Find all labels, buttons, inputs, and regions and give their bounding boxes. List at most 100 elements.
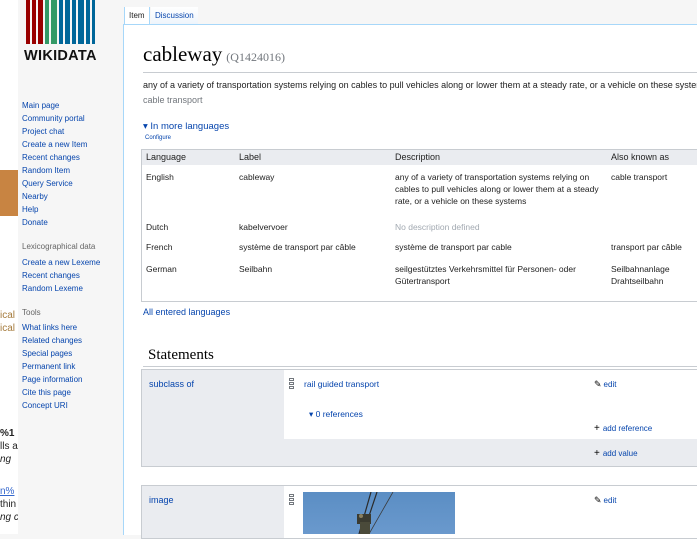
- table-cell-language: French: [146, 242, 173, 252]
- table-cell-aliases: cable transport: [611, 172, 668, 182]
- main-content: cableway (Q1424016) any of a variety of t…: [123, 24, 697, 539]
- normal-rank-icon[interactable]: [289, 378, 294, 389]
- background-page-strip: ical ical %1 lls a ng n% thin ng c: [0, 0, 18, 534]
- logo-bar: [78, 0, 84, 44]
- column-header-description: Description: [395, 152, 441, 162]
- cableway-photo: [357, 492, 394, 534]
- sidebar: WIKIDATA Main page Community portal Proj…: [18, 0, 122, 534]
- nav-random-item[interactable]: Random Item: [22, 164, 122, 177]
- plus-icon: +: [594, 448, 600, 459]
- tools-menu: Tools What links here Related changes Sp…: [22, 306, 122, 412]
- background-text-fragment: lls a: [0, 441, 18, 452]
- add-reference-label: add reference: [602, 424, 653, 433]
- nav-create-lexeme[interactable]: Create a new Lexeme: [22, 256, 122, 269]
- normal-rank-icon[interactable]: [289, 494, 294, 505]
- logo-bar: [45, 0, 49, 44]
- background-link-fragment[interactable]: n%: [0, 486, 14, 497]
- lexicographical-heading: Lexicographical data: [22, 242, 96, 251]
- page-title: cableway (Q1424016): [143, 42, 285, 67]
- column-header-language: Language: [146, 152, 187, 162]
- add-value-button[interactable]: + add value: [594, 448, 638, 459]
- tool-special-pages[interactable]: Special pages: [22, 347, 122, 360]
- pencil-icon: ✎: [594, 495, 602, 505]
- item-label: cableway: [143, 42, 223, 66]
- logo-bar: [92, 0, 95, 44]
- background-text-fragment: %1: [0, 428, 15, 439]
- lexicographical-menu: Lexicographical data Create a new Lexeme…: [22, 240, 122, 295]
- plus-icon: +: [594, 423, 600, 434]
- table-cell-description: seilgestütztes Verkehrsmittel für Person…: [395, 264, 576, 286]
- table-cell-aliases: transport par câble: [611, 242, 682, 252]
- statements-heading: Statements: [148, 347, 214, 363]
- logo-text: WIKIDATA: [24, 48, 97, 64]
- configure-link[interactable]: Configure: [145, 135, 171, 141]
- property-link[interactable]: image: [149, 495, 174, 505]
- background-text-fragment: ng c: [0, 512, 18, 523]
- background-image-fragment: [0, 170, 18, 216]
- nav-recent-changes[interactable]: Recent changes: [22, 151, 122, 164]
- table-cell-language: Dutch: [146, 222, 169, 232]
- statement-group-subclass-of: subclass of rail guided transport ✎ edit …: [141, 369, 697, 467]
- references-toggle[interactable]: ▾ 0 references: [309, 409, 363, 420]
- edit-button[interactable]: ✎ edit: [594, 495, 616, 506]
- statement-property: image: [142, 486, 284, 538]
- column-header-label: Label: [239, 152, 262, 162]
- column-header-also-known-as: Also known as: [611, 152, 670, 162]
- logo-bar: [51, 0, 57, 44]
- nav-donate[interactable]: Donate: [22, 216, 122, 229]
- tools-heading: Tools: [22, 308, 41, 317]
- edit-button[interactable]: ✎ edit: [594, 379, 616, 390]
- background-text-fragment: ical: [0, 310, 16, 321]
- nav-project-chat[interactable]: Project chat: [22, 125, 122, 138]
- tool-page-information[interactable]: Page information: [22, 373, 122, 386]
- edit-label: edit: [603, 380, 617, 389]
- nav-help[interactable]: Help: [22, 203, 122, 216]
- tab-discussion[interactable]: Discussion: [151, 7, 198, 24]
- nav-main-page[interactable]: Main page: [22, 99, 122, 112]
- statement-image-thumbnail[interactable]: [303, 492, 455, 534]
- background-text-fragment: thin: [0, 499, 17, 510]
- in-more-languages-toggle[interactable]: ▾ In more languages: [143, 121, 229, 132]
- table-cell-label[interactable]: kabelvervoer: [239, 221, 288, 233]
- table-cell-label[interactable]: Seilbahn: [239, 263, 272, 275]
- pencil-icon: ✎: [594, 379, 602, 389]
- wikidata-logo[interactable]: WIKIDATA: [24, 0, 110, 70]
- logo-bar: [38, 0, 43, 44]
- nav-community-portal[interactable]: Community portal: [22, 112, 122, 125]
- edit-label: edit: [603, 496, 617, 505]
- logo-bar: [26, 0, 30, 44]
- tool-related-changes[interactable]: Related changes: [22, 334, 122, 347]
- tool-concept-uri[interactable]: Concept URI: [22, 399, 122, 412]
- table-cell-aliases: Seilbahnanlage Drahtseilbahn: [611, 264, 670, 286]
- navigation-menu: Main page Community portal Project chat …: [22, 99, 122, 229]
- statements-divider: [143, 366, 697, 367]
- table-cell-label[interactable]: cableway: [239, 171, 274, 183]
- statement-property: subclass of: [142, 370, 284, 466]
- logo-bar: [65, 0, 70, 44]
- nav-create-item[interactable]: Create a new Item: [22, 138, 122, 151]
- background-text-fragment: ical: [0, 323, 16, 334]
- add-reference-button[interactable]: + add reference: [594, 423, 652, 434]
- table-cell-label[interactable]: système de transport par câble: [239, 241, 356, 253]
- languages-table: Language Label Description Also known as…: [141, 149, 697, 302]
- item-alias: cable transport: [143, 95, 203, 105]
- tool-cite-this-page[interactable]: Cite this page: [22, 386, 122, 399]
- property-link[interactable]: subclass of: [149, 379, 194, 389]
- nav-nearby[interactable]: Nearby: [22, 190, 122, 203]
- nav-query-service[interactable]: Query Service: [22, 177, 122, 190]
- statement-value-link[interactable]: rail guided transport: [304, 379, 379, 389]
- logo-bar: [32, 0, 36, 44]
- nav-lexeme-recent-changes[interactable]: Recent changes: [22, 269, 122, 282]
- logo-bar: [59, 0, 63, 44]
- all-entered-languages-link[interactable]: All entered languages: [143, 307, 230, 317]
- table-cell-description: any of a variety of transportation syste…: [395, 172, 599, 206]
- table-cell-language: German: [146, 264, 177, 274]
- table-cell-description: No description defined: [395, 222, 480, 232]
- nav-random-lexeme[interactable]: Random Lexeme: [22, 282, 122, 295]
- tool-what-links-here[interactable]: What links here: [22, 321, 122, 334]
- item-id: (Q1424016): [226, 50, 285, 64]
- tool-permanent-link[interactable]: Permanent link: [22, 360, 122, 373]
- tab-item[interactable]: Item: [124, 7, 150, 25]
- table-cell-description: système de transport par cable: [395, 242, 512, 252]
- add-value-label: add value: [602, 449, 638, 458]
